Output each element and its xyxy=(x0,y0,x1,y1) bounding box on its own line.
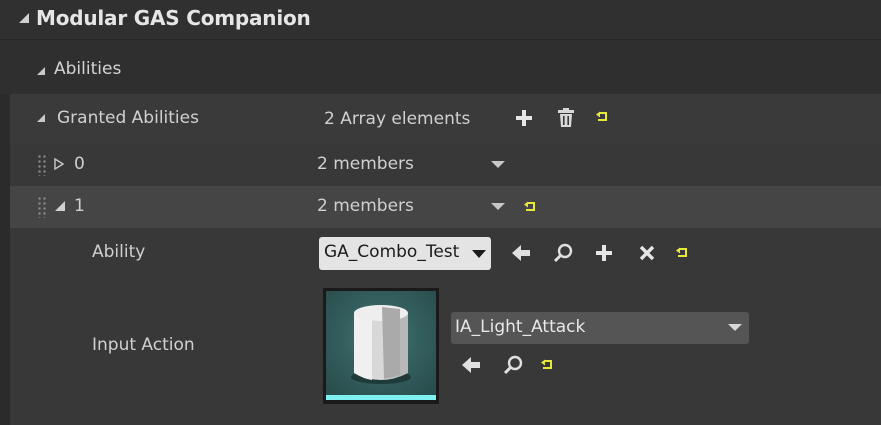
element-summary: 2 members xyxy=(317,154,414,174)
magnifier-icon[interactable] xyxy=(501,353,525,377)
drag-handle-icon[interactable] xyxy=(37,154,47,176)
input-action-selected-value: IA_Light_Attack xyxy=(455,317,586,337)
left-arrow-icon[interactable] xyxy=(459,353,483,377)
granted-abilities-row: Granted Abilities 2 Array elements xyxy=(0,94,881,144)
reset-to-default-icon[interactable] xyxy=(594,109,610,125)
ability-label: Ability xyxy=(92,242,146,262)
collapse-triangle-icon[interactable] xyxy=(18,12,30,24)
input-action-row: Input Action IA_Light_Attack xyxy=(0,278,881,425)
subcategory-header[interactable]: Abilities xyxy=(0,39,881,94)
array-element-row[interactable]: 1 2 members xyxy=(0,186,881,228)
category-header[interactable]: Modular GAS Companion xyxy=(0,0,881,39)
array-element-row[interactable]: 0 2 members xyxy=(0,144,881,186)
subcategory-title: Abilities xyxy=(54,59,122,79)
element-index: 1 xyxy=(74,196,85,216)
ability-row: Ability GA_Combo_Test xyxy=(0,228,881,278)
left-arrow-icon[interactable] xyxy=(509,241,533,265)
input-action-label: Input Action xyxy=(92,335,195,355)
reset-to-default-icon[interactable] xyxy=(522,199,538,215)
cylinder-thumbnail-icon xyxy=(326,291,436,395)
dropdown-arrow-icon[interactable] xyxy=(472,250,486,258)
trash-icon[interactable] xyxy=(554,106,578,130)
asset-type-color-bar xyxy=(326,395,436,400)
expand-triangle-icon[interactable] xyxy=(54,158,64,170)
plus-icon[interactable] xyxy=(512,106,536,130)
collapse-triangle-icon[interactable] xyxy=(54,200,66,212)
collapse-triangle-icon[interactable] xyxy=(36,66,46,76)
array-count: 2 Array elements xyxy=(324,109,471,129)
input-action-asset-picker[interactable]: IA_Light_Attack xyxy=(451,312,749,344)
element-index: 0 xyxy=(74,154,85,174)
dropdown-arrow-icon[interactable] xyxy=(728,324,742,331)
magnifier-icon[interactable] xyxy=(551,241,575,265)
element-summary: 2 members xyxy=(317,196,414,216)
ability-class-picker[interactable]: GA_Combo_Test xyxy=(319,237,491,270)
x-icon[interactable] xyxy=(635,241,659,265)
dropdown-arrow-icon[interactable] xyxy=(491,203,505,210)
reset-to-default-icon[interactable] xyxy=(539,357,555,373)
category-title: Modular GAS Companion xyxy=(36,6,311,30)
collapse-triangle-icon[interactable] xyxy=(36,113,46,123)
ability-selected-value: GA_Combo_Test xyxy=(324,242,460,262)
granted-abilities-label: Granted Abilities xyxy=(57,108,199,128)
dropdown-arrow-icon[interactable] xyxy=(491,161,505,168)
plus-icon[interactable] xyxy=(592,241,616,265)
asset-thumbnail[interactable] xyxy=(323,288,439,404)
drag-handle-icon[interactable] xyxy=(37,196,47,218)
reset-to-default-icon[interactable] xyxy=(674,245,690,261)
